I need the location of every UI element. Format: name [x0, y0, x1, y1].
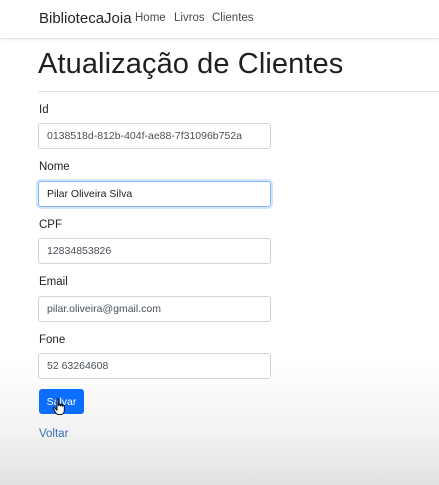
nome-field[interactable] — [38, 181, 271, 207]
navbar-brand[interactable]: BibliotecaJoia — [39, 10, 132, 27]
fone-field[interactable] — [38, 353, 271, 379]
nome-label: Nome — [39, 161, 70, 173]
nav-link-home[interactable]: Home — [135, 12, 166, 24]
email-field[interactable] — [38, 296, 271, 322]
nav-link-clientes[interactable]: Clientes — [212, 12, 254, 24]
page-title: Atualização de Clientes — [38, 48, 344, 80]
fone-label: Fone — [39, 334, 66, 346]
cpf-field[interactable] — [38, 238, 271, 264]
save-button[interactable]: Salvar — [39, 389, 84, 414]
top-navbar: BibliotecaJoia Home Livros Clientes — [0, 0, 439, 39]
email-label: Email — [39, 276, 68, 288]
title-divider — [38, 91, 439, 92]
cpf-label: CPF — [39, 219, 62, 231]
id-field[interactable] — [38, 123, 271, 149]
back-link[interactable]: Voltar — [39, 428, 68, 440]
id-label: Id — [39, 104, 49, 116]
nav-link-livros[interactable]: Livros — [174, 12, 205, 24]
